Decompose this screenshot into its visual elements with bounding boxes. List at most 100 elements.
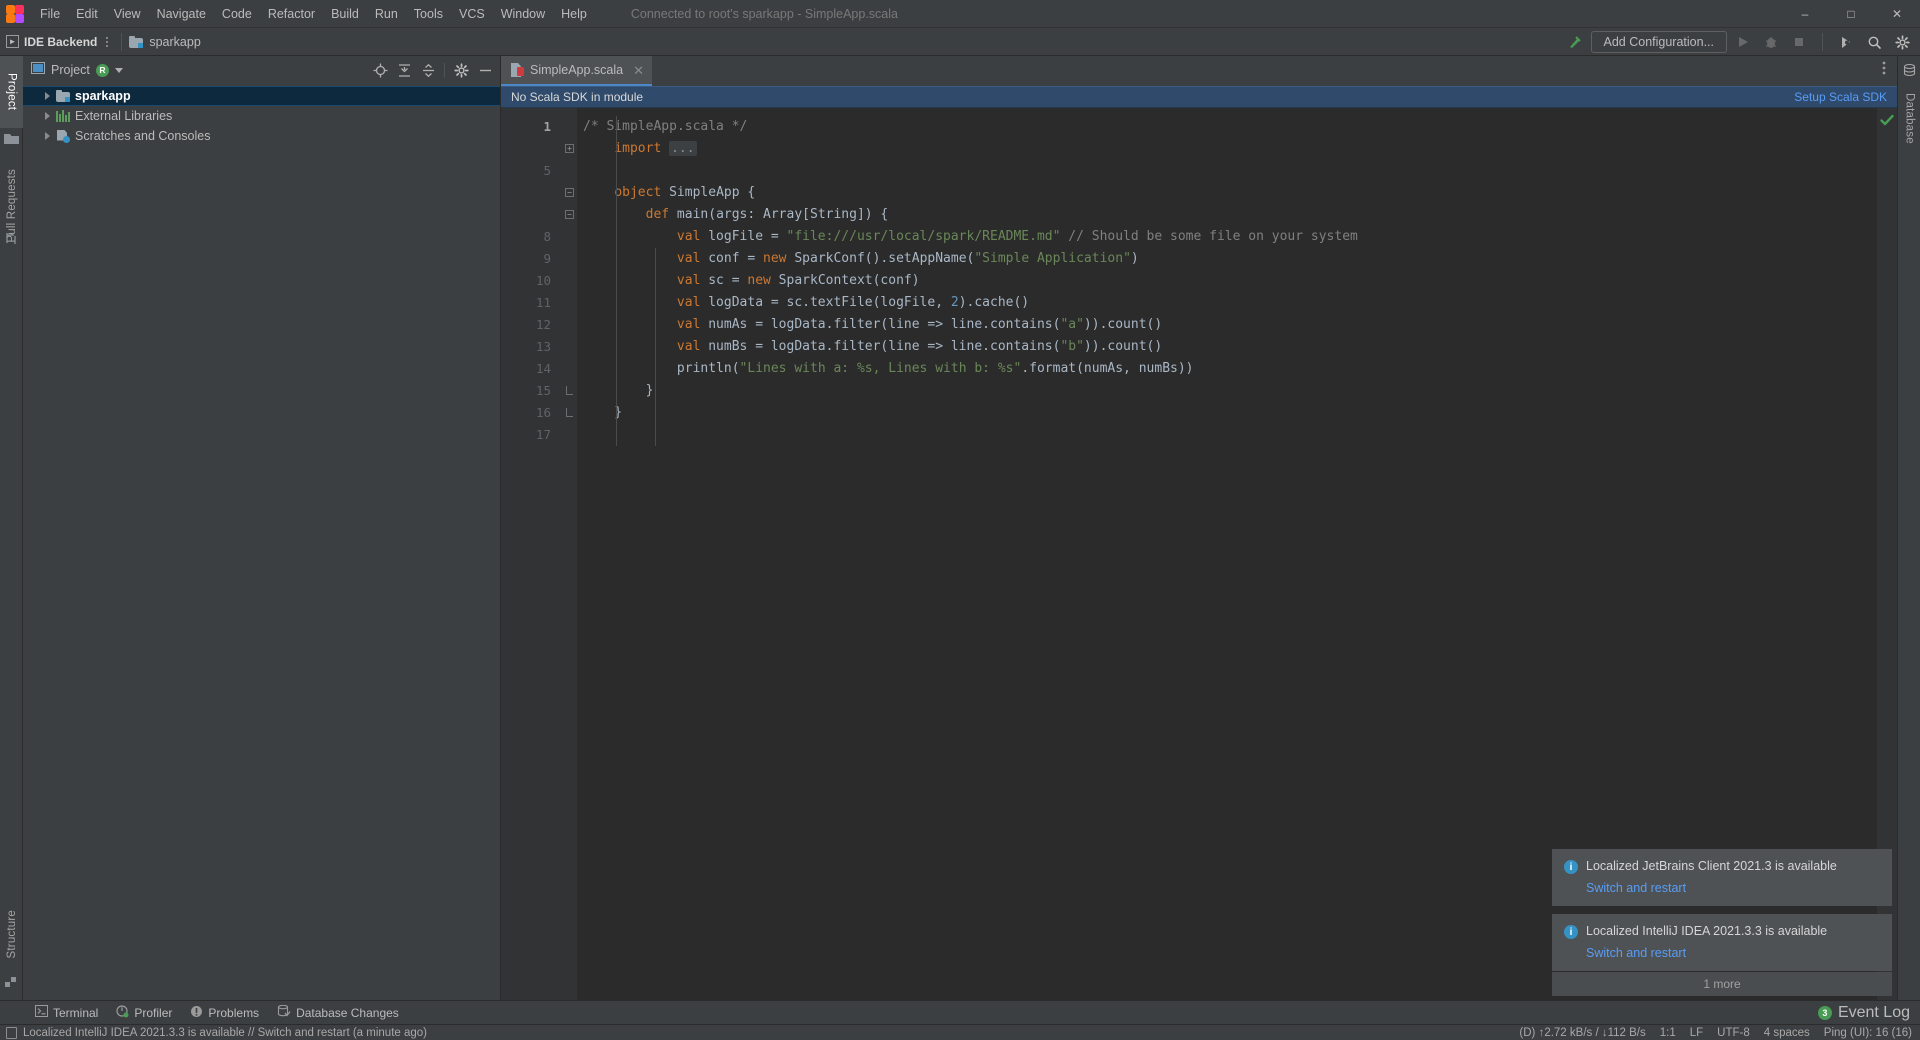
fold-gutter[interactable] <box>559 108 577 1008</box>
expand-all-icon[interactable] <box>393 59 415 81</box>
menu-item-tools[interactable]: Tools <box>406 3 451 25</box>
notification-jetbrains-client[interactable]: i Localized JetBrains Client 2021.3 is a… <box>1552 849 1892 906</box>
notification-action-link[interactable]: Switch and restart <box>1586 881 1880 895</box>
stop-icon[interactable] <box>1787 30 1811 54</box>
editor-tab-simpleapp-scala[interactable]: SimpleApp.scala ✕ <box>501 56 653 86</box>
status-item-2[interactable]: LF <box>1690 1027 1703 1039</box>
menu-item-help[interactable]: Help <box>553 3 595 25</box>
settings-gear-icon[interactable] <box>450 59 472 81</box>
line-number: 9 <box>543 251 551 266</box>
locate-target-icon[interactable] <box>369 59 391 81</box>
maximize-button[interactable]: □ <box>1828 0 1874 28</box>
bottom-item-database-changes[interactable]: Database Changes <box>268 1003 408 1023</box>
status-item-0[interactable]: (D) ↑2.72 kB/s / ↓112 B/s <box>1519 1027 1645 1039</box>
toolbar-right-group: Add Configuration... <box>1563 28 1915 56</box>
notification-action-link[interactable]: Switch and restart <box>1586 946 1880 960</box>
code-token: object <box>614 185 662 200</box>
settings-gear-icon[interactable] <box>1890 30 1914 54</box>
collapse-all-icon[interactable] <box>417 59 439 81</box>
code-line: /* SimpleApp.scala */ <box>577 116 1897 138</box>
code-token: import <box>614 141 662 156</box>
tree-item-scratches-and-consoles[interactable]: Scratches and Consoles <box>23 126 500 146</box>
line-number: − <box>501 182 574 204</box>
menu-item-refactor[interactable]: Refactor <box>260 3 323 25</box>
code-line: } <box>577 380 1897 402</box>
menu-item-build[interactable]: Build <box>323 3 367 25</box>
debug-icon[interactable] <box>1759 30 1783 54</box>
status-item-1[interactable]: 1:1 <box>1660 1027 1676 1039</box>
bottom-item-terminal[interactable]: Terminal <box>26 1003 107 1022</box>
bottom-item-terminal-label: Terminal <box>53 1005 99 1020</box>
chevron-right-icon[interactable] <box>45 132 50 140</box>
minimize-button[interactable]: – <box>1782 0 1828 28</box>
menu-item-file[interactable]: File <box>32 3 68 25</box>
menu-item-edit[interactable]: Edit <box>68 3 106 25</box>
tree-item-external-libraries[interactable]: External Libraries <box>23 106 500 126</box>
run-configuration-selector[interactable]: Add Configuration... <box>1590 31 1727 53</box>
notification-intellij-idea[interactable]: i Localized IntelliJ IDEA 2021.3.3 is av… <box>1552 914 1892 971</box>
chevron-down-icon[interactable] <box>114 67 123 73</box>
menu-item-view[interactable]: View <box>106 3 149 25</box>
menu-item-window[interactable]: Window <box>493 3 553 25</box>
ok-check-icon <box>1879 112 1895 128</box>
hide-panel-icon[interactable] <box>474 59 496 81</box>
run-icon[interactable] <box>1731 30 1755 54</box>
menu-item-vcs[interactable]: VCS <box>451 3 493 25</box>
chevron-right-icon[interactable] <box>45 112 50 120</box>
search-icon[interactable] <box>1862 30 1886 54</box>
tree-item-sparkapp[interactable]: sparkapp <box>23 86 500 106</box>
info-icon: i <box>1564 860 1578 874</box>
menu-item-code[interactable]: Code <box>214 3 260 25</box>
chevron-right-icon[interactable] <box>45 92 50 100</box>
breadcrumb[interactable]: sparkapp <box>129 34 201 49</box>
event-log-label: Event Log <box>1837 1003 1910 1021</box>
intellij-logo-icon <box>4 4 26 24</box>
main-toolbar: ► IDE Backend sparkapp Add Configuration… <box>0 28 1920 56</box>
build-hammer-icon[interactable] <box>1563 30 1587 54</box>
backend-more-icon[interactable] <box>106 36 109 47</box>
ide-backend-chip[interactable]: ► IDE Backend <box>6 35 97 49</box>
line-number: + <box>501 138 574 160</box>
status-item-3[interactable]: UTF-8 <box>1717 1027 1750 1039</box>
bottom-item-profiler[interactable]: Profiler <box>107 1003 181 1023</box>
fold-collapse-icon[interactable]: − <box>564 209 575 220</box>
code-token: SparkConf().setAppName( <box>786 251 975 266</box>
editor-options-icon[interactable] <box>1871 56 1897 80</box>
close-icon[interactable]: ✕ <box>633 64 644 77</box>
fold-collapse-icon[interactable]: − <box>564 187 575 198</box>
line-number-gutter: 1 +5 − − 8 9 10 11 12 13 14 15 16 17 <box>501 108 574 1008</box>
code-token: .format(numAs, numBs)) <box>1021 361 1194 376</box>
status-message[interactable]: Localized IntelliJ IDEA 2021.3.3 is avai… <box>23 1027 427 1039</box>
code-token: numBs = logData.filter(line => line.cont… <box>700 339 1061 354</box>
database-icon <box>1903 63 1916 82</box>
notification-more-button[interactable]: 1 more <box>1552 972 1892 996</box>
project-window-icon <box>31 61 45 79</box>
status-item-5[interactable]: Ping (UI): 16 (16) <box>1824 1027 1912 1039</box>
editor-tab-label: SimpleApp.scala <box>530 63 624 77</box>
setup-scala-sdk-link[interactable]: Setup Scala SDK <box>1794 90 1887 104</box>
sidebar-item-project[interactable]: Project <box>0 56 23 128</box>
code-line: println("Lines with a: %s, Lines with b:… <box>577 358 1897 380</box>
code-token: SparkContext(conf) <box>770 273 920 288</box>
bottom-item-problems[interactable]: Problems <box>181 1003 268 1023</box>
bottom-item-database-changes-label: Database Changes <box>296 1005 399 1020</box>
code-token: )).count() <box>1083 339 1163 354</box>
status-item-4[interactable]: 4 spaces <box>1764 1027 1810 1039</box>
fold-end-icon[interactable] <box>564 407 575 418</box>
sidebar-item-database[interactable]: Database <box>1898 82 1920 154</box>
breadcrumb-label: sparkapp <box>149 34 201 49</box>
code-line: val numAs = logData.filter(line => line.… <box>577 314 1897 336</box>
close-button[interactable]: ✕ <box>1874 0 1920 28</box>
menu-item-navigate[interactable]: Navigate <box>149 3 214 25</box>
menu-item-run[interactable]: Run <box>367 3 406 25</box>
sidebar-item-structure[interactable]: Structure <box>0 896 23 972</box>
fold-expand-icon[interactable]: + <box>564 143 575 154</box>
toolbar-divider-2 <box>1822 33 1823 51</box>
fold-end-icon[interactable] <box>564 385 575 396</box>
event-log-button[interactable]: 3 Event Log <box>1817 1003 1920 1022</box>
coverage-icon[interactable] <box>1834 30 1858 54</box>
scala-file-icon <box>511 63 524 77</box>
